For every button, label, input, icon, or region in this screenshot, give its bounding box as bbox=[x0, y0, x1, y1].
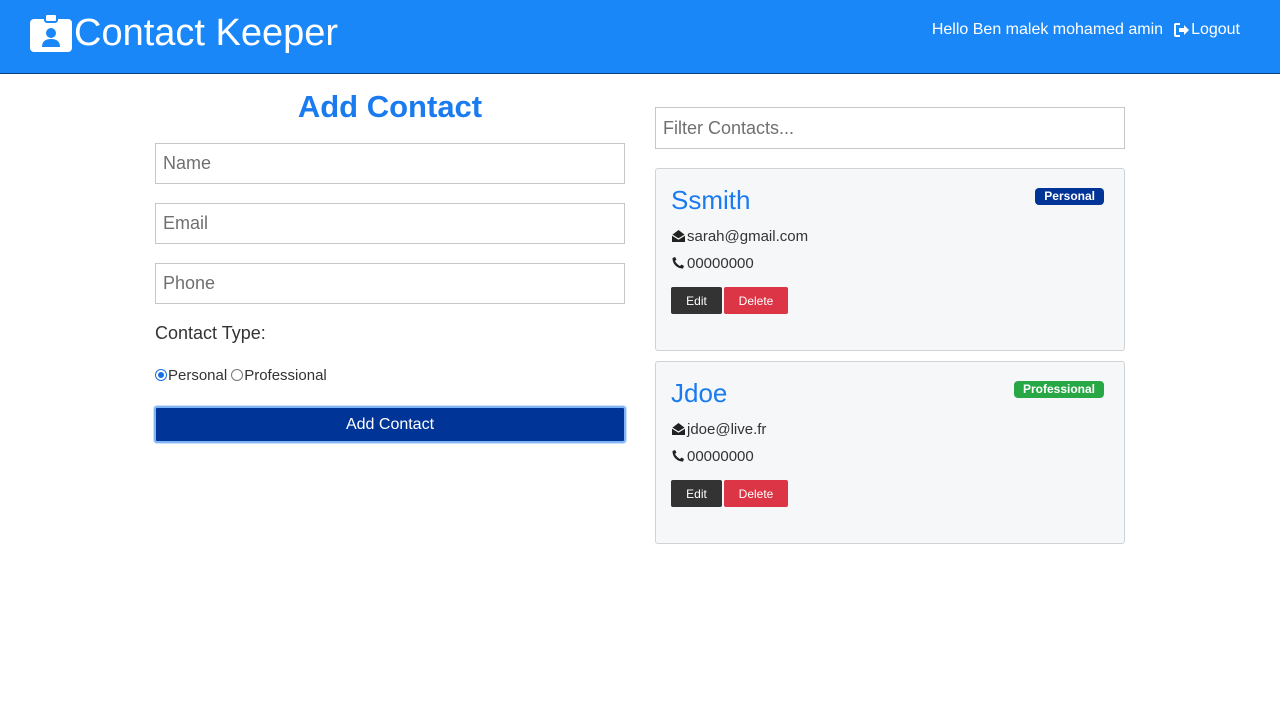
contact-phone: 00000000 bbox=[671, 253, 1109, 273]
contact-email-text: sarah@gmail.com bbox=[687, 227, 809, 245]
personal-radio-label[interactable]: Personal bbox=[168, 367, 227, 384]
contact-type-badge: Personal bbox=[1035, 188, 1104, 205]
phone-icon bbox=[672, 257, 684, 269]
name-input[interactable] bbox=[155, 143, 625, 184]
contact-type-badge: Professional bbox=[1013, 381, 1104, 398]
contact-email-text: jdoe@live.fr bbox=[687, 420, 767, 438]
delete-button[interactable]: Delete bbox=[724, 480, 788, 507]
app-title: Contact Keeper bbox=[74, 12, 339, 54]
contact-type-radios: Personal Professional bbox=[155, 365, 625, 385]
user-greeting: Hello Ben malek mohamed amin bbox=[931, 21, 1164, 38]
brand[interactable]: Contact Keeper bbox=[30, 12, 338, 54]
form-title: Add Contact bbox=[297, 89, 483, 124]
contact-phone-text: 00000000 bbox=[687, 254, 754, 272]
delete-button[interactable]: Delete bbox=[724, 287, 788, 314]
envelope-open-icon bbox=[671, 230, 686, 242]
sign-out-icon bbox=[1174, 23, 1190, 37]
add-contact-button[interactable]: Add Contact bbox=[154, 406, 626, 443]
navbar: Contact Keeper Hello Ben malek mohamed a… bbox=[0, 0, 1280, 74]
id-badge-icon bbox=[30, 14, 72, 52]
professional-radio[interactable] bbox=[231, 369, 244, 381]
contact-email: sarah@gmail.com bbox=[671, 226, 1109, 246]
contact-type-label: Contact Type: bbox=[155, 323, 266, 343]
contact-card: Ssmith Personal sarah@gmail.com 00000000… bbox=[655, 168, 1125, 351]
filter-input[interactable] bbox=[655, 107, 1125, 149]
contact-card: Jdoe Professional jdoe@live.fr 00000000 … bbox=[655, 361, 1125, 544]
contact-phone-text: 00000000 bbox=[687, 447, 754, 465]
contact-phone: 00000000 bbox=[671, 446, 1109, 466]
logout-link[interactable]: Logout bbox=[1174, 21, 1240, 39]
email-input[interactable] bbox=[155, 203, 625, 244]
contact-actions: Edit Delete bbox=[671, 287, 1109, 314]
contacts-panel: Ssmith Personal sarah@gmail.com 00000000… bbox=[655, 107, 1125, 544]
contact-actions: Edit Delete bbox=[671, 480, 1109, 507]
phone-icon bbox=[672, 450, 684, 462]
phone-input[interactable] bbox=[155, 263, 625, 304]
contact-email: jdoe@live.fr bbox=[671, 419, 1109, 439]
logout-label: Logout bbox=[1191, 21, 1240, 38]
user-nav: Hello Ben malek mohamed amin Logout bbox=[932, 20, 1240, 40]
envelope-open-icon bbox=[671, 423, 686, 435]
edit-button[interactable]: Edit bbox=[671, 287, 722, 314]
edit-button[interactable]: Edit bbox=[671, 480, 722, 507]
add-contact-form: Add Contact Contact Type: Personal Profe… bbox=[154, 88, 626, 443]
personal-radio[interactable] bbox=[155, 369, 167, 381]
professional-radio-label[interactable]: Professional bbox=[244, 367, 327, 384]
